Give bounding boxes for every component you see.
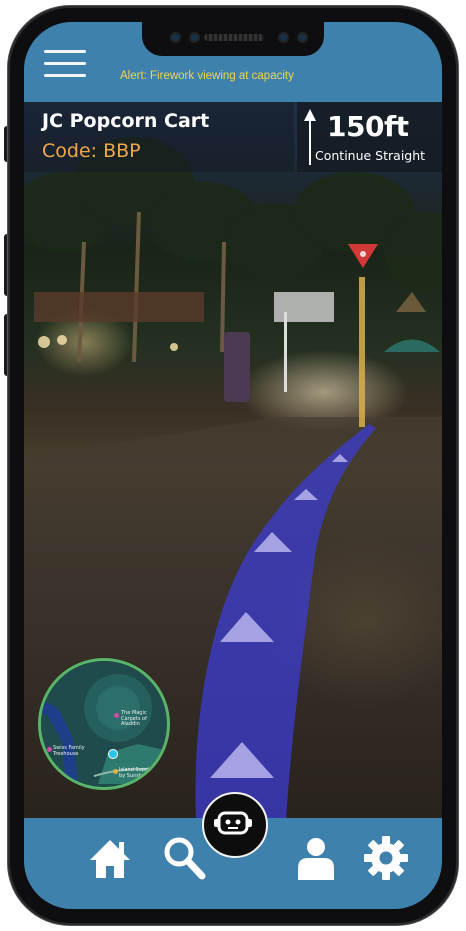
minimap-label: Swiss Family Treehouse — [53, 745, 85, 757]
minimap-label: The Magic Carpets of Aladdin — [121, 710, 147, 727]
destination-beam — [359, 277, 365, 427]
alert-banner[interactable]: Alert: Firework viewing at capacity — [120, 70, 420, 82]
menu-button[interactable] — [44, 46, 86, 80]
current-location-icon — [108, 749, 118, 759]
profile-button[interactable] — [290, 832, 342, 884]
destination-marker-dot — [360, 251, 366, 257]
phone-notch — [142, 22, 324, 56]
map-pin-icon — [47, 747, 52, 752]
destination-name: JC Popcorn Cart — [42, 110, 210, 132]
map-pin-icon — [113, 769, 118, 774]
settings-icon — [364, 836, 408, 880]
minimap-label: Island Supplies by Sunsh… — [119, 767, 157, 779]
assistant-button[interactable] — [202, 792, 268, 858]
home-button[interactable] — [84, 832, 136, 884]
menu-icon-line — [44, 74, 86, 77]
home-icon — [90, 840, 130, 878]
minimap[interactable]: The Magic Carpets of Aladdin Swiss Famil… — [38, 658, 170, 790]
destination-card[interactable]: JC Popcorn Cart Code: BBP — [24, 102, 294, 172]
robot-icon — [214, 811, 252, 835]
camera-icon — [297, 32, 308, 43]
camera-icon — [189, 32, 200, 43]
phone-frame: Alert: Firework viewing at capacity JC P… — [8, 6, 458, 925]
direction-card: 150ft Continue Straight — [297, 102, 442, 172]
ar-path — [195, 424, 376, 822]
camera-icon — [170, 32, 181, 43]
phone-screen: Alert: Firework viewing at capacity JC P… — [24, 22, 442, 909]
menu-icon-line — [44, 62, 86, 65]
speaker-grille — [204, 34, 264, 41]
profile-icon — [298, 838, 334, 880]
destination-code: Code: BBP — [42, 140, 141, 162]
camera-icon — [278, 32, 289, 43]
direction-distance: 150ft — [327, 110, 409, 143]
menu-icon-line — [44, 50, 86, 53]
settings-button[interactable] — [360, 832, 412, 884]
map-pin-icon — [114, 713, 119, 718]
direction-instruction: Continue Straight — [315, 148, 426, 163]
